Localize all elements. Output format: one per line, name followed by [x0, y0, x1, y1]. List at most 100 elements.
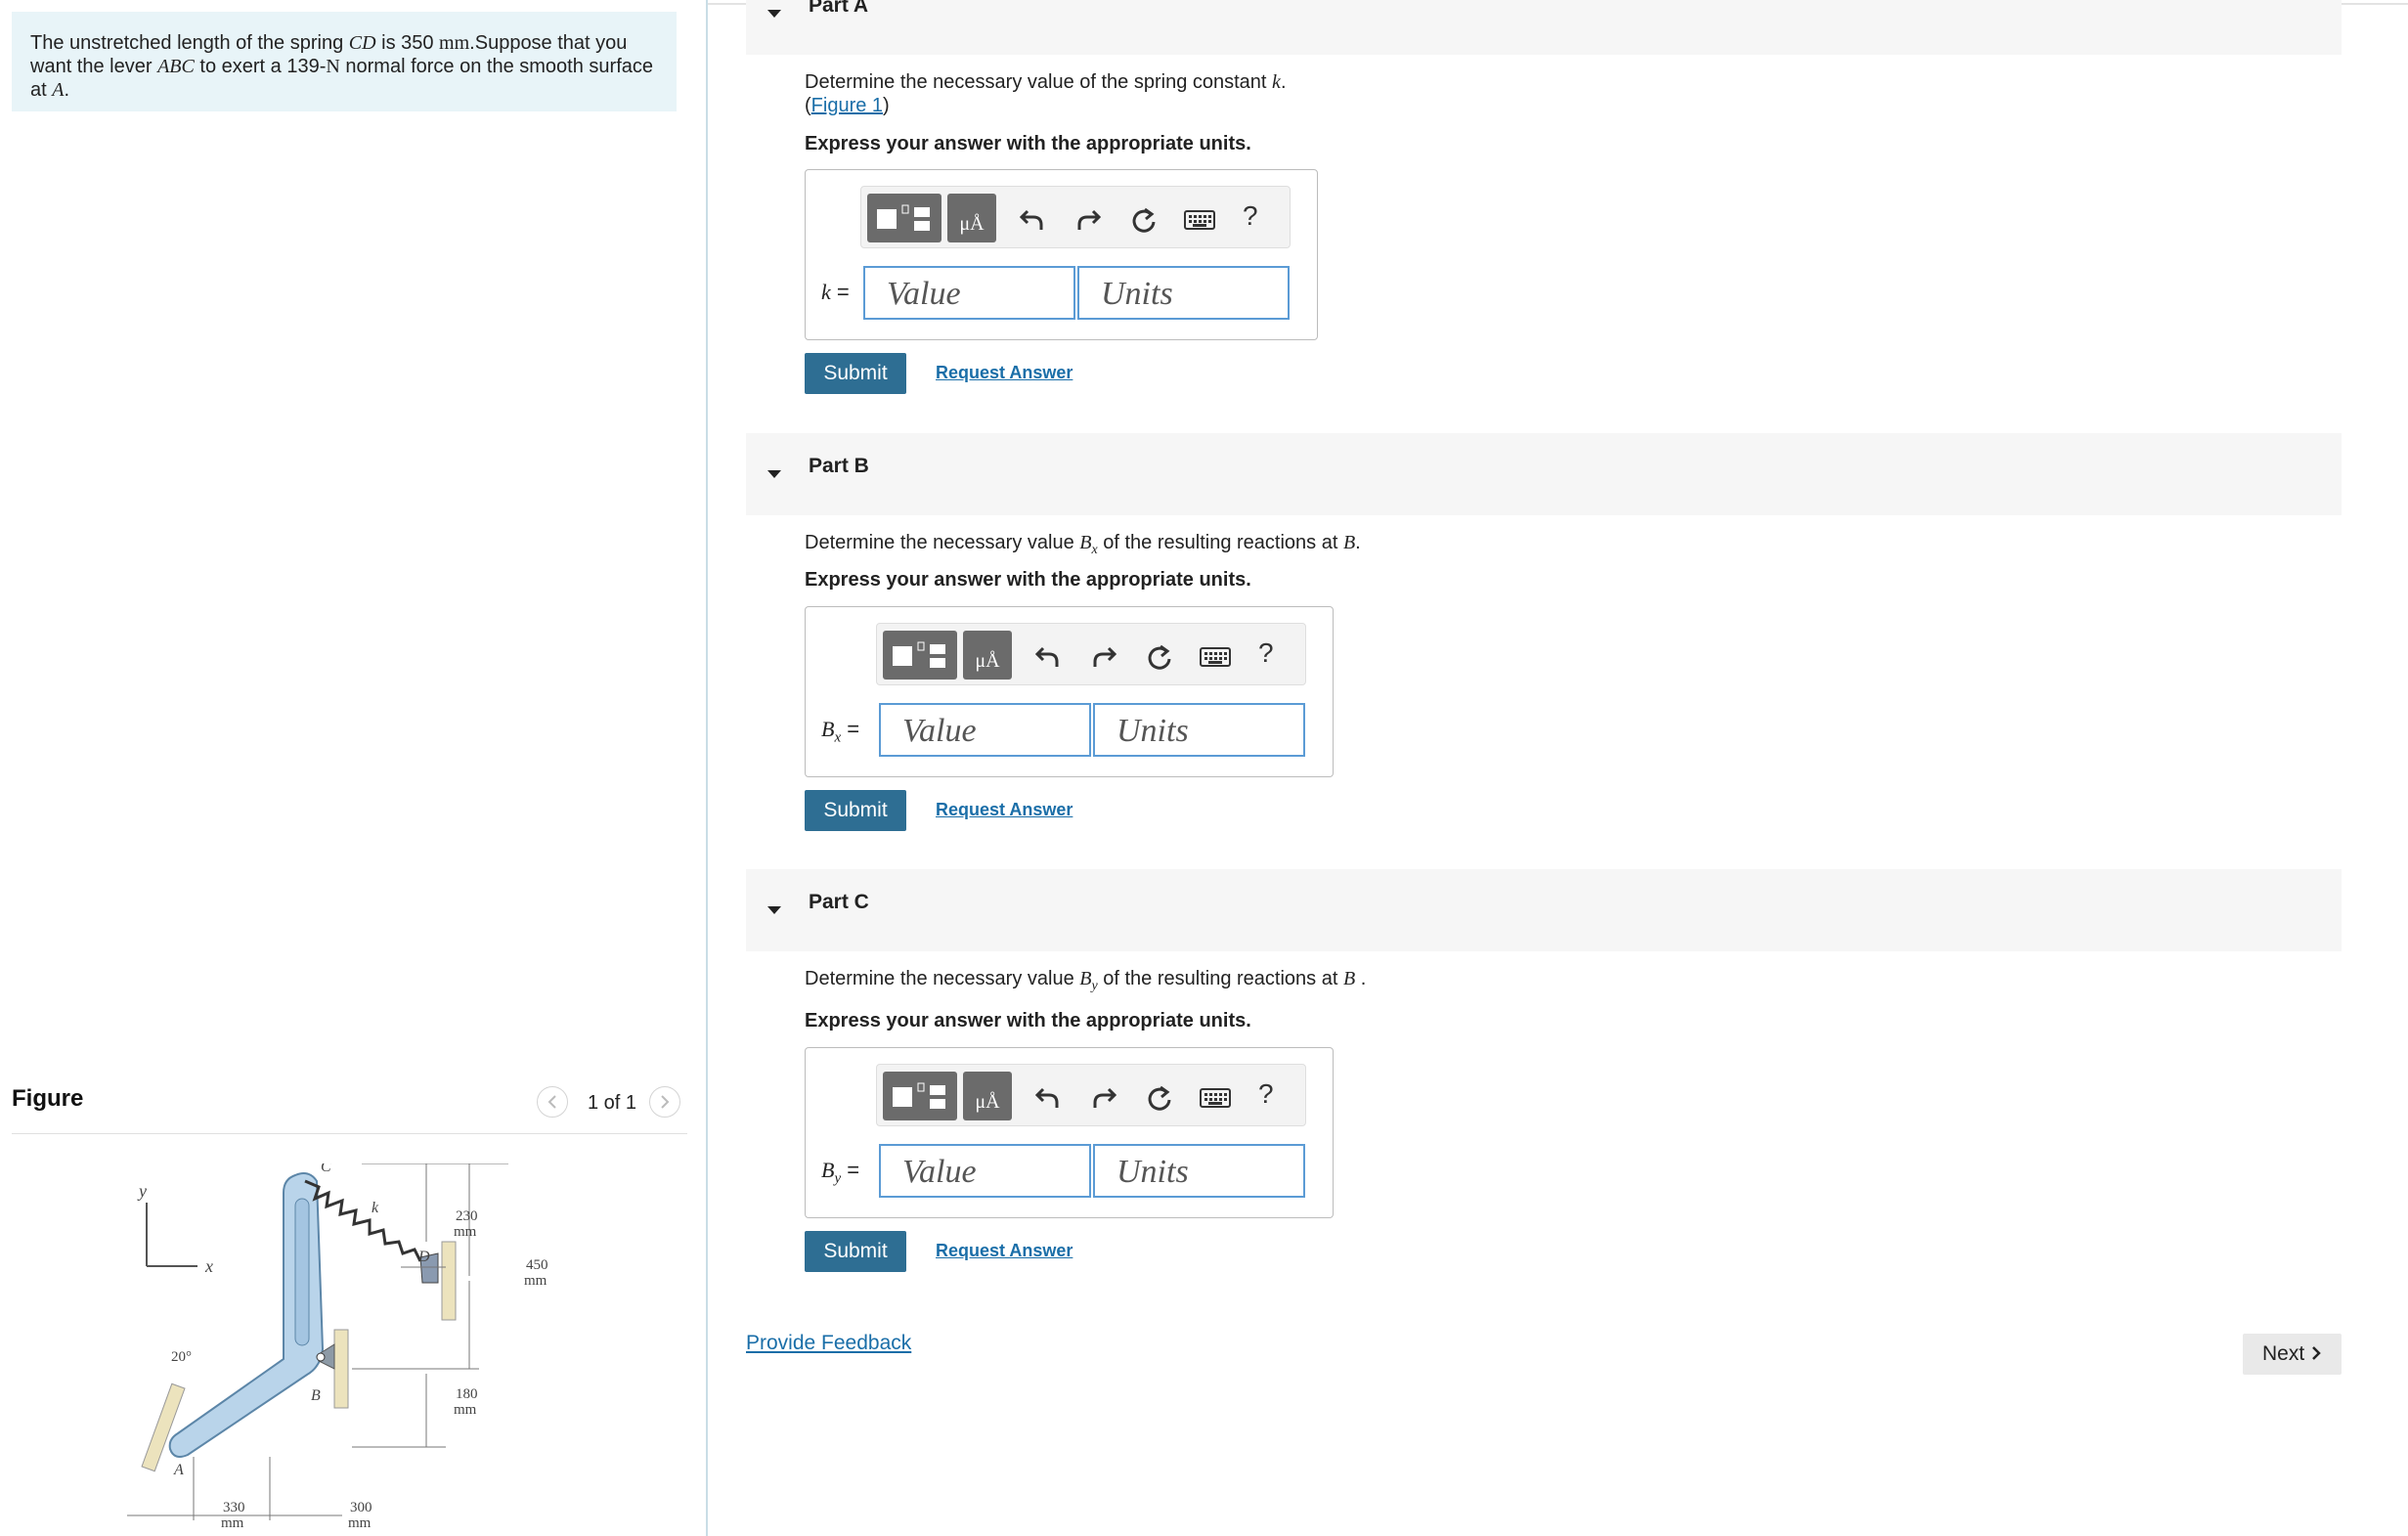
axis-y-label: y — [137, 1181, 147, 1201]
question-text: of the resulting reactions at — [1097, 968, 1343, 989]
dim-230-unit: mm — [454, 1224, 477, 1240]
problem-symbol: ABC — [157, 56, 195, 77]
label-angle: 20° — [171, 1349, 192, 1365]
dim-450-unit: mm — [524, 1273, 547, 1289]
part-a-equation-label: k = — [821, 280, 850, 305]
submit-button[interactable]: Submit — [805, 1231, 906, 1272]
request-answer-link[interactable]: Request Answer — [936, 1241, 1073, 1261]
eq-sign: = — [841, 717, 860, 741]
request-answer-link[interactable]: Request Answer — [936, 800, 1073, 820]
part-c-header[interactable]: Part C — [746, 869, 2342, 951]
math-toolbar: μÅ ? — [876, 623, 1306, 685]
question-text: . — [1355, 968, 1367, 989]
question-symbol: B — [1342, 968, 1356, 989]
part-a-question: Determine the necessary value of the spr… — [805, 70, 1287, 117]
figure-title: Figure — [12, 1085, 84, 1112]
dim-330: 330 — [223, 1500, 245, 1515]
dim-330-unit: mm — [221, 1515, 244, 1531]
spring-cd — [304, 1179, 422, 1262]
part-b-question: Determine the necessary value Bx of the … — [805, 531, 1361, 562]
eq-sign: = — [841, 1158, 860, 1182]
submit-button[interactable]: Submit — [805, 353, 906, 394]
help-button[interactable]: ? — [1258, 637, 1274, 669]
collapse-arrow-icon — [767, 10, 781, 18]
part-c-instruction: Express your answer with the appropriate… — [805, 1010, 1251, 1031]
lever-figure: y x C k D B A 20° 230 mm 450 mm 180 mm 3… — [127, 1163, 548, 1531]
label-d: D — [417, 1249, 430, 1265]
value-input[interactable]: Value — [879, 703, 1091, 757]
dim-450: 450 — [526, 1257, 548, 1273]
value-input[interactable]: Value — [879, 1144, 1091, 1198]
submit-button[interactable]: Submit — [805, 790, 906, 831]
next-figure-button[interactable] — [649, 1086, 680, 1118]
left-pane: The unstretched length of the spring CD … — [0, 0, 706, 1536]
figure-1-link[interactable]: Figure 1 — [811, 95, 883, 116]
axis-x-label: x — [204, 1256, 213, 1276]
next-button[interactable]: Next — [2243, 1334, 2342, 1375]
templates-icon[interactable] — [883, 1072, 957, 1120]
next-label: Next — [2261, 1342, 2305, 1365]
prev-figure-button[interactable] — [537, 1086, 568, 1118]
figure-pager: 1 of 1 — [588, 1092, 637, 1114]
redo-icon[interactable] — [1075, 206, 1101, 232]
question-symbol: k — [1272, 71, 1281, 93]
axes: y x — [137, 1181, 213, 1276]
label-c: C — [321, 1163, 331, 1175]
undo-icon[interactable] — [1035, 1084, 1061, 1110]
redo-icon[interactable] — [1091, 643, 1116, 669]
problem-unit: mm — [439, 32, 470, 54]
help-button[interactable]: ? — [1258, 1078, 1274, 1110]
units-icon[interactable]: μÅ — [963, 1072, 1012, 1120]
collapse-arrow-icon — [767, 906, 781, 914]
units-input[interactable]: Units — [1077, 266, 1290, 320]
provide-feedback-link[interactable]: Provide Feedback — [746, 1332, 911, 1355]
help-button[interactable]: ? — [1243, 200, 1258, 232]
question-symbol: B — [1342, 532, 1356, 553]
units-input[interactable]: Units — [1093, 703, 1305, 757]
pane-divider — [706, 0, 708, 1536]
question-text: Determine the necessary value — [805, 968, 1080, 989]
part-b-instruction: Express your answer with the appropriate… — [805, 569, 1251, 591]
dim-230: 230 — [456, 1208, 478, 1224]
units-icon[interactable]: μÅ — [963, 631, 1012, 680]
undo-icon[interactable] — [1035, 643, 1061, 669]
undo-icon[interactable] — [1020, 206, 1045, 232]
question-text: Determine the necessary value of the spr… — [805, 71, 1273, 93]
eq-symbol: k — [821, 280, 831, 304]
part-a-label: Part A — [809, 0, 869, 17]
templates-icon[interactable] — [883, 631, 957, 680]
problem-text: to exert a 139- — [194, 56, 327, 77]
keyboard-icon[interactable] — [1200, 647, 1231, 667]
question-text: Determine the necessary value — [805, 532, 1080, 553]
keyboard-icon[interactable] — [1184, 210, 1215, 230]
eq-symbol: B — [821, 717, 835, 741]
reset-icon[interactable] — [1146, 643, 1173, 671]
question-text: of the resulting reactions at — [1097, 532, 1343, 553]
math-toolbar: μÅ ? — [876, 1064, 1306, 1126]
redo-icon[interactable] — [1091, 1084, 1116, 1110]
value-input[interactable]: Value — [863, 266, 1075, 320]
eq-sign: = — [830, 280, 850, 304]
templates-icon[interactable] — [867, 194, 941, 242]
label-b: B — [311, 1387, 321, 1404]
problem-statement: The unstretched length of the spring CD … — [12, 12, 677, 111]
part-b-label: Part B — [809, 455, 869, 477]
question-text: . — [1355, 532, 1361, 553]
part-a-header[interactable]: Part A — [746, 0, 2342, 55]
units-icon[interactable]: μÅ — [947, 194, 996, 242]
keyboard-icon[interactable] — [1200, 1088, 1231, 1108]
eq-symbol: B — [821, 1158, 835, 1182]
units-input[interactable]: Units — [1093, 1144, 1305, 1198]
part-b-answer-box: μÅ ? Bx = Value Units — [805, 606, 1334, 777]
problem-unit: N — [326, 56, 340, 77]
label-a: A — [173, 1462, 184, 1478]
chevron-right-icon — [2312, 1346, 2321, 1360]
label-k: k — [372, 1200, 379, 1216]
reset-icon[interactable] — [1130, 206, 1158, 234]
part-c-label: Part C — [809, 891, 869, 913]
part-b-header[interactable]: Part B — [746, 433, 2342, 515]
reset-icon[interactable] — [1146, 1084, 1173, 1112]
question-symbol: B — [1079, 532, 1092, 553]
request-answer-link[interactable]: Request Answer — [936, 363, 1073, 383]
question-symbol: B — [1079, 968, 1092, 989]
